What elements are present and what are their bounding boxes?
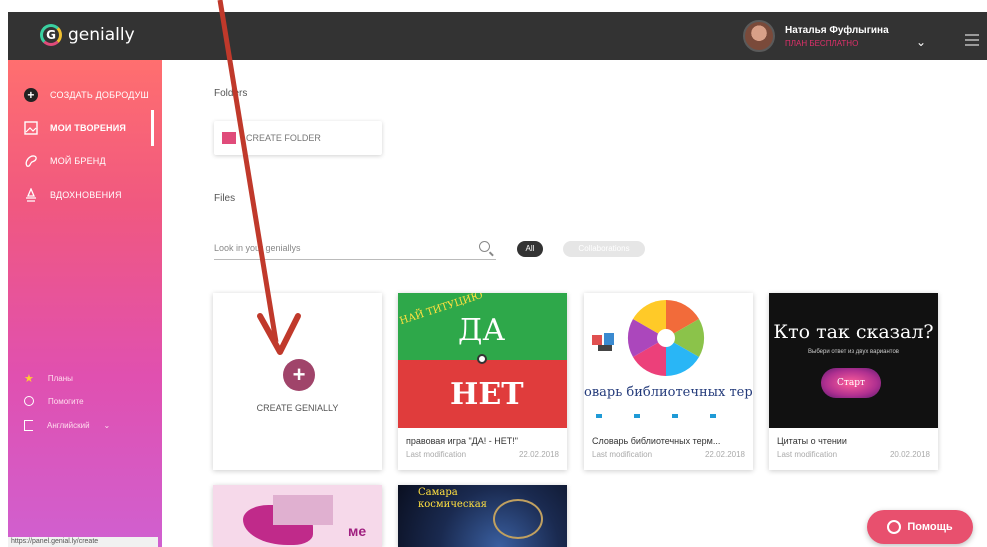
sidebar-item-label: Помогите	[48, 396, 84, 406]
brand-icon	[24, 154, 38, 168]
sidebar-item-label: МОИ ТВОРЕНИЯ	[50, 123, 127, 133]
project-date: 20.02.2018	[889, 450, 930, 459]
folders-heading: Folders	[214, 88, 248, 99]
project-card[interactable]: Кто так сказал? Выбери ответ из двух вар…	[769, 293, 938, 470]
filter-collaborations-button[interactable]: Collaborations	[563, 241, 645, 257]
flag-icon	[24, 420, 33, 431]
help-label: Помощь	[907, 521, 953, 533]
help-icon	[24, 396, 34, 406]
project-title: Цитаты о чтении	[777, 436, 847, 446]
project-meta: Last modification	[777, 450, 838, 459]
project-thumbnail: НАЙ ТИТУЦИЮ ДА НЕТ	[398, 293, 567, 428]
project-title: правовая игра "ДА! - НЕТ!"	[406, 436, 518, 446]
user-menu[interactable]: Наталья Фуфлыгина ПЛАН БЕСПЛАТНО	[743, 20, 889, 52]
thumb-text: оварь библиотечных терми	[584, 385, 753, 400]
create-folder-button[interactable]: CREATE FOLDER	[214, 121, 382, 155]
sidebar-item-label: Планы	[47, 374, 73, 383]
hamburger-menu-icon[interactable]	[965, 34, 979, 49]
thumb-text: Самара космическая	[418, 487, 487, 510]
project-card[interactable]: НАЙ ТИТУЦИЮ ДА НЕТ правовая игра "ДА! - …	[398, 293, 567, 470]
inspiration-icon	[24, 188, 38, 202]
sidebar-item-label: СОЗДАТЬ ДОБРОДУШ	[50, 90, 150, 100]
sidebar-item-label: ВДОХНОВЕНИЯ	[50, 190, 122, 200]
project-title: Словарь библиотечных терм...	[592, 436, 721, 446]
help-button[interactable]: Помощь	[867, 510, 973, 544]
project-meta: Last modification	[406, 450, 467, 459]
project-thumbnail: оварь библиотечных терми	[584, 293, 753, 428]
project-card[interactable]: Самара космическая	[398, 485, 567, 547]
sidebar-item-language[interactable]: Английский ⌄	[24, 420, 110, 431]
search-input[interactable]: Look in your geniallys	[214, 236, 496, 260]
thumb-subtitle: Выбери ответ из двух вариантов	[808, 349, 899, 355]
status-url: https://panel.genial.ly/create	[8, 537, 158, 547]
sidebar-item-help[interactable]: Помогите	[24, 396, 84, 406]
project-thumbnail: Кто так сказал? Выбери ответ из двух вар…	[769, 293, 938, 428]
search-icon[interactable]	[479, 241, 490, 252]
plus-circle-icon: +	[24, 88, 38, 102]
sidebar-item-inspiration[interactable]: ВДОХНОВЕНИЯ	[24, 188, 122, 202]
gallery-icon	[24, 121, 38, 135]
top-bar: G genially Наталья Фуфлыгина ПЛАН БЕСПЛА…	[8, 12, 987, 60]
thumb-start-button: Старт	[821, 368, 881, 398]
thumb-bottom-text: НЕТ	[450, 377, 524, 412]
chat-icon	[887, 520, 902, 534]
project-date: 22.02.2018	[704, 450, 745, 459]
files-heading: Files	[214, 193, 236, 204]
sidebar-item-label: Английский	[47, 421, 90, 430]
sidebar-item-create[interactable]: + СОЗДАТЬ ДОБРОДУШ	[24, 88, 149, 102]
genially-logo-icon: G	[40, 24, 62, 46]
create-genially-label: CREATE GENIALLY	[256, 403, 339, 413]
project-meta: Last modification	[592, 450, 653, 459]
project-card[interactable]: оварь библиотечных терми Словарь библиот…	[584, 293, 753, 470]
project-date: 22.02.2018	[518, 450, 559, 459]
avatar[interactable]	[743, 20, 775, 52]
sidebar-item-plans[interactable]: ★ Планы	[24, 372, 73, 385]
search-placeholder: Look in your geniallys	[214, 242, 301, 253]
sidebar-item-my-brand[interactable]: МОЙ БРЕНД	[24, 154, 106, 168]
thumb-text: ме	[348, 523, 367, 539]
plus-icon: +	[283, 359, 315, 391]
sidebar: + СОЗДАТЬ ДОБРОДУШ МОИ ТВОРЕНИЯ МОЙ БРЕН…	[8, 60, 162, 547]
create-genially-card[interactable]: + CREATE GENIALLY	[213, 293, 382, 470]
user-plan: ПЛАН БЕСПЛАТНО	[785, 38, 859, 48]
chevron-down-icon[interactable]: ⌄	[916, 35, 926, 49]
create-folder-label: CREATE FOLDER	[246, 133, 321, 143]
active-indicator	[151, 110, 154, 146]
logo-text: genially	[68, 25, 135, 45]
thumb-top-text: ДА	[458, 313, 506, 348]
thumb-title: Кто так сказал?	[773, 321, 934, 343]
sidebar-item-my-creations[interactable]: МОИ ТВОРЕНИЯ	[24, 121, 126, 135]
filter-all-button[interactable]: All	[517, 241, 543, 257]
chevron-down-icon: ⌄	[103, 421, 111, 430]
project-card[interactable]: ме	[213, 485, 382, 547]
star-icon: ★	[24, 373, 34, 385]
folder-icon	[222, 132, 236, 144]
genially-logo[interactable]: G genially	[40, 24, 135, 46]
sidebar-item-label: МОЙ БРЕНД	[50, 156, 106, 166]
user-name: Наталья Фуфлыгина	[785, 24, 889, 36]
